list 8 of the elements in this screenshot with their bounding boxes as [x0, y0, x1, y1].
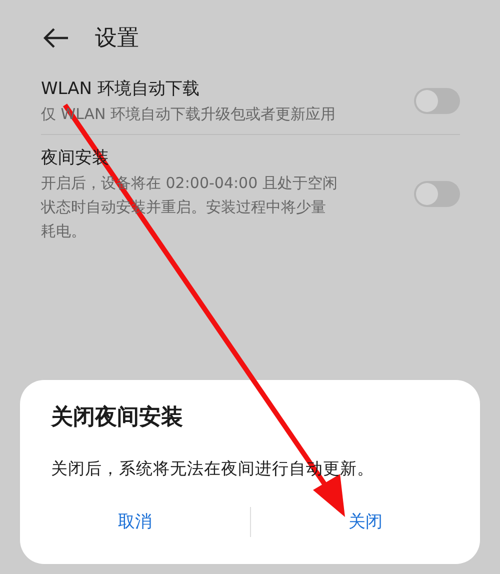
dialog-button[interactable]: 关闭 [250, 504, 480, 539]
toggle-switch[interactable] [414, 181, 460, 207]
page-title: 设置 [95, 25, 139, 53]
toggle-switch[interactable] [414, 88, 460, 114]
setting-title: WLAN 环境自动下载 [41, 78, 200, 101]
back-icon[interactable] [43, 28, 69, 48]
dialog-title: 关闭夜间安装 [51, 404, 184, 432]
dialog-button[interactable]: 取消 [20, 504, 250, 539]
